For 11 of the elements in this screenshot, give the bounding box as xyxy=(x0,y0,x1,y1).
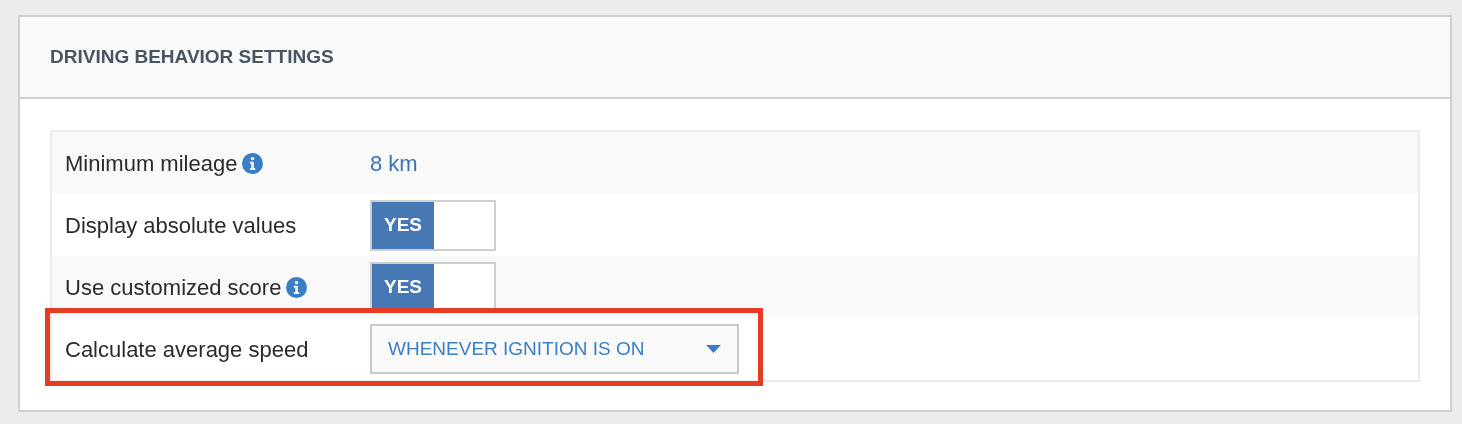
setting-label: Calculate average speed xyxy=(65,335,309,364)
toggle-switch[interactable]: YES xyxy=(370,199,496,251)
setting-value: 8 km xyxy=(370,149,418,178)
info-icon[interactable] xyxy=(286,276,308,298)
setting-label: Use customized score xyxy=(65,273,282,302)
caret-icon xyxy=(706,345,721,353)
setting-label: Minimum mileage xyxy=(65,149,238,178)
dropdown[interactable]: WHENEVER IGNITION IS ON xyxy=(370,324,739,374)
panel-title: DRIVING BEHAVIOR SETTINGS xyxy=(50,44,334,69)
setting-label: Display absolute values xyxy=(65,211,297,240)
info-icon[interactable] xyxy=(242,152,264,174)
